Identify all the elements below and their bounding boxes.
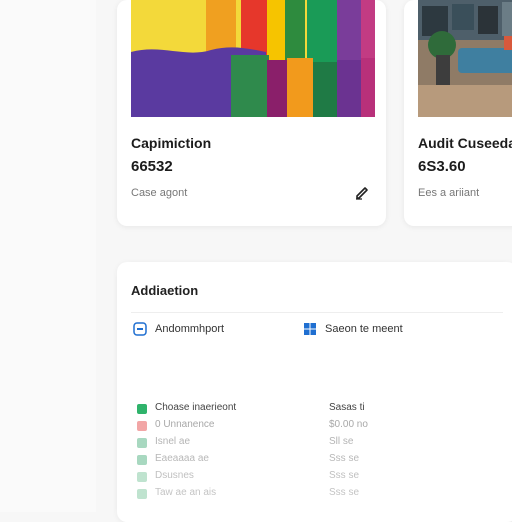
card-value: 66532	[131, 158, 173, 175]
list-item-value: Sll se	[329, 436, 354, 447]
item-icon	[137, 438, 147, 448]
list-item[interactable]: Choase inaerieont Sasas ti	[137, 402, 497, 419]
left-margin	[0, 0, 96, 512]
list-item[interactable]: Dsusnes Sss se	[137, 470, 497, 487]
alert-icon	[137, 421, 147, 431]
list-item-name: Isnel ae	[155, 436, 191, 447]
card-photo	[418, 0, 512, 117]
option-label: Saeon te meent	[325, 323, 403, 335]
grid-icon	[304, 323, 316, 335]
list-item-value: Sss se	[329, 453, 360, 464]
list-item-value: Sss se	[329, 470, 360, 481]
edit-icon[interactable]	[354, 184, 370, 200]
list-item-name: Choase inaerieont	[155, 402, 237, 413]
summary-card-1[interactable]: Capimiction 66532 Case agont	[117, 0, 386, 226]
option-search[interactable]: Saeon te meent	[303, 322, 403, 336]
divider	[131, 312, 503, 313]
option-label: Andommhport	[155, 323, 225, 335]
list-item[interactable]: Taw ae an ais Sss se	[137, 487, 497, 504]
list-item-value: Sasas ti	[329, 402, 365, 413]
toggle-icon	[133, 322, 147, 336]
card-value: 6S3.60	[418, 158, 466, 175]
item-list: Choase inaerieont Sasas ti 0 Unnanence $…	[137, 402, 497, 504]
card-subtitle: Case agont	[131, 187, 188, 199]
option-import[interactable]: Andommhport	[133, 322, 224, 336]
list-item-name: Dsusnes	[155, 470, 194, 481]
card-subtitle: Ees a ariiant	[418, 187, 480, 199]
list-item-name: Taw ae an ais	[155, 487, 217, 498]
item-icon	[137, 489, 147, 499]
item-icon	[137, 455, 147, 465]
addition-panel: Addiaetion Andommhport Saeon te meent Ch…	[117, 262, 512, 522]
card-title: Audit Cuseeda	[418, 135, 512, 151]
item-icon	[137, 472, 147, 482]
panel-title: Addiaetion	[131, 283, 199, 298]
list-item-name: 0 Unnanence	[155, 419, 215, 430]
list-item[interactable]: Eaeaaaa ae Sss se	[137, 453, 497, 470]
card-artwork	[131, 0, 375, 117]
card-title: Capimiction	[131, 135, 212, 151]
list-item-name: Eaeaaaa ae	[155, 453, 209, 464]
check-icon	[137, 404, 147, 414]
list-item-value: Sss se	[329, 487, 360, 498]
list-item-value: $0.00 no	[329, 419, 368, 430]
list-item[interactable]: Isnel ae Sll se	[137, 436, 497, 453]
list-item[interactable]: 0 Unnanence $0.00 no	[137, 419, 497, 436]
summary-card-2[interactable]: Audit Cuseeda 6S3.60 Ees a ariiant	[404, 0, 512, 226]
